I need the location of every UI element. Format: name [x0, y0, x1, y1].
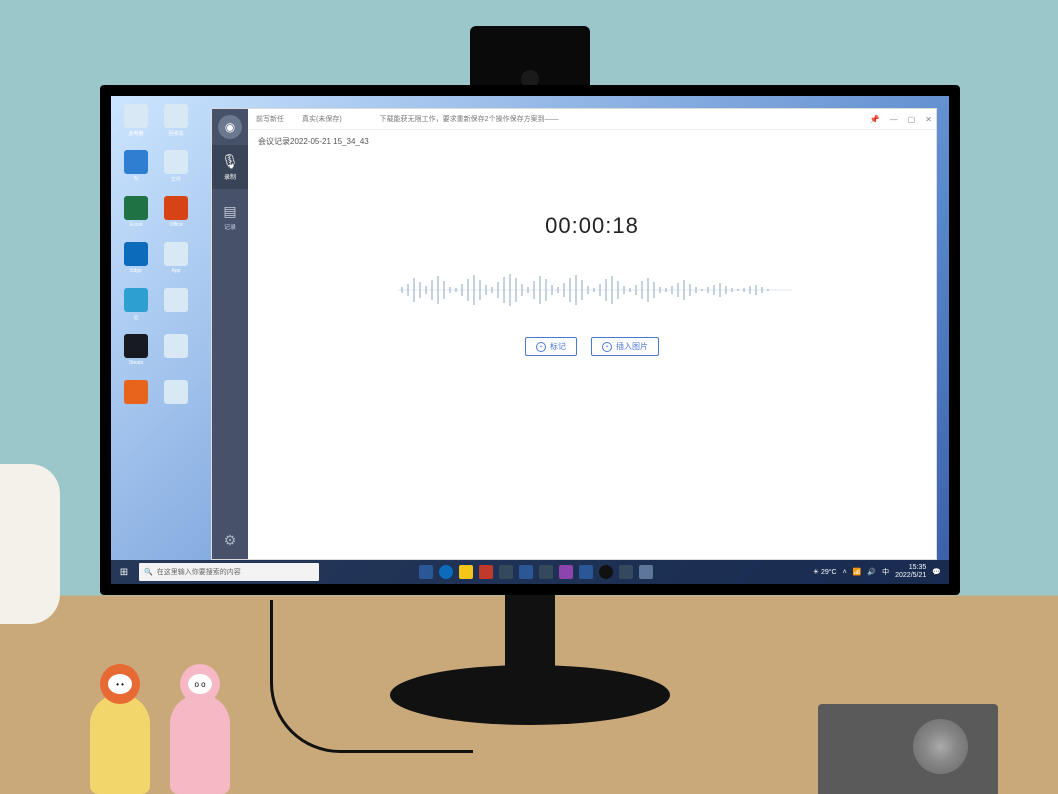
desktop-icon[interactable] — [159, 380, 193, 420]
taskbar: ⊞ 🔍 在这里输入你要搜索的内容 ☀ 29°C — [111, 560, 949, 584]
taskbar-icon[interactable] — [539, 565, 553, 579]
header-tab-1[interactable]: 前写新任 — [256, 114, 284, 124]
insert-image-label: 插入图片 — [616, 341, 648, 352]
desktop-icon[interactable]: Excel — [119, 196, 153, 236]
settings-icon[interactable] — [619, 565, 633, 579]
app-sidebar: ◉ 🎙 录制 ▤ 记录 ⚙ — [212, 109, 248, 559]
taskbar-pinned — [419, 565, 653, 579]
search-icon: 🔍 — [144, 568, 153, 576]
desktop-icon[interactable]: 云 — [119, 288, 153, 328]
taskbar-icon[interactable] — [479, 565, 493, 579]
desktop-icon[interactable] — [159, 288, 193, 328]
clock-time: 15:35 — [909, 564, 927, 572]
desktop-icon[interactable]: 此电脑 — [119, 104, 153, 144]
plus-icon: + — [536, 342, 546, 352]
ime-icon[interactable]: 中 — [882, 567, 889, 577]
notification-icon[interactable]: 💬 — [932, 568, 941, 576]
header-tab-2[interactable]: 真实(未保存) — [302, 114, 342, 124]
edge-icon[interactable] — [439, 565, 453, 579]
desktop-icon[interactable] — [159, 334, 193, 374]
desktop-screen: 此电脑回收站N文件ExcelOfficeEdgeApp云 Steam ◉ 🎙 录制… — [111, 96, 949, 584]
wifi-icon[interactable]: 📶 — [853, 568, 862, 576]
breadcrumb: 下载能获无限工作，要求重新保存2个操作保存方案到—— — [380, 114, 559, 124]
sidebar-item-label: 记录 — [224, 222, 236, 231]
maximize-button[interactable]: ▢ — [908, 115, 916, 124]
sidebar-item-list[interactable]: ▤ 记录 — [212, 195, 248, 239]
window-controls: 📌 — ▢ ✕ — [870, 109, 932, 129]
taskbar-icon[interactable] — [559, 565, 573, 579]
search-placeholder: 在这里输入你要搜索的内容 — [157, 567, 241, 577]
recorder-content: 00:00:18 + 标记 + — [248, 153, 936, 559]
recording-timer: 00:00:18 — [545, 213, 639, 239]
plus-icon: + — [602, 342, 612, 352]
desktop-icon[interactable]: N — [119, 150, 153, 190]
desktop-icon[interactable]: 回收站 — [159, 104, 193, 144]
action-row: + 标记 + 插入图片 — [525, 337, 659, 356]
search-input[interactable]: 🔍 在这里输入你要搜索的内容 — [139, 563, 319, 581]
steam-icon[interactable] — [599, 565, 613, 579]
taskbar-icon[interactable] — [579, 565, 593, 579]
taskbar-icon[interactable] — [519, 565, 533, 579]
figurine-2: o o — [170, 694, 230, 794]
recorder-app-window: ◉ 🎙 录制 ▤ 记录 ⚙ 前写新任 真实(未保存) 下载能获无限工作，要求重新… — [211, 108, 937, 560]
pin-icon[interactable]: 📌 — [870, 115, 880, 124]
minimize-button[interactable]: — — [890, 115, 898, 124]
mic-icon: 🎙 — [221, 153, 239, 170]
list-icon: ▤ — [223, 203, 236, 220]
monitor-stand-neck — [505, 595, 555, 675]
avatar[interactable]: ◉ — [218, 115, 242, 139]
explorer-icon[interactable] — [459, 565, 473, 579]
settings-icon[interactable]: ⚙ — [224, 532, 237, 549]
waveform — [392, 269, 792, 311]
system-tray: ☀ 29°C ˄ 📶 🔊 中 15:35 2022/5/21 💬 — [813, 564, 949, 579]
tray-chevron-icon[interactable]: ˄ — [843, 569, 847, 576]
mark-button-label: 标记 — [550, 341, 566, 352]
desktop-icon[interactable]: Steam — [119, 334, 153, 374]
weather-widget[interactable]: ☀ 29°C — [813, 568, 837, 576]
start-button[interactable]: ⊞ — [111, 560, 137, 584]
desktop-icon[interactable] — [119, 380, 153, 420]
clock-date: 2022/5/21 — [895, 572, 926, 580]
taskbar-icon[interactable] — [639, 565, 653, 579]
figurine-1: • • — [90, 694, 150, 794]
desk-lamp — [0, 464, 60, 624]
sidebar-item-record[interactable]: 🎙 录制 — [212, 145, 248, 189]
desk-speaker — [818, 704, 998, 794]
desktop-icon-grid: 此电脑回收站N文件ExcelOfficeEdgeApp云 Steam — [115, 100, 211, 424]
insert-image-button[interactable]: + 插入图片 — [591, 337, 659, 356]
sidebar-item-label: 录制 — [224, 172, 236, 181]
monitor: 此电脑回收站N文件ExcelOfficeEdgeApp云 Steam ◉ 🎙 录制… — [100, 85, 960, 595]
mark-button[interactable]: + 标记 — [525, 337, 577, 356]
recording-title: 会议记录2022-05-21 15_34_43 — [248, 130, 936, 153]
app-main: 前写新任 真实(未保存) 下载能获无限工作，要求重新保存2个操作保存方案到—— … — [248, 109, 936, 559]
taskbar-icon[interactable] — [419, 565, 433, 579]
volume-icon[interactable]: 🔊 — [867, 568, 876, 576]
clock[interactable]: 15:35 2022/5/21 — [895, 564, 926, 579]
desktop-icon[interactable]: 文件 — [159, 150, 193, 190]
desktop-icon[interactable]: Office — [159, 196, 193, 236]
app-header: 前写新任 真实(未保存) 下载能获无限工作，要求重新保存2个操作保存方案到—— … — [248, 109, 936, 130]
taskbar-icon[interactable] — [499, 565, 513, 579]
desktop-icon[interactable]: Edge — [119, 242, 153, 282]
desktop-icon[interactable]: App — [159, 242, 193, 282]
close-button[interactable]: ✕ — [925, 115, 932, 124]
